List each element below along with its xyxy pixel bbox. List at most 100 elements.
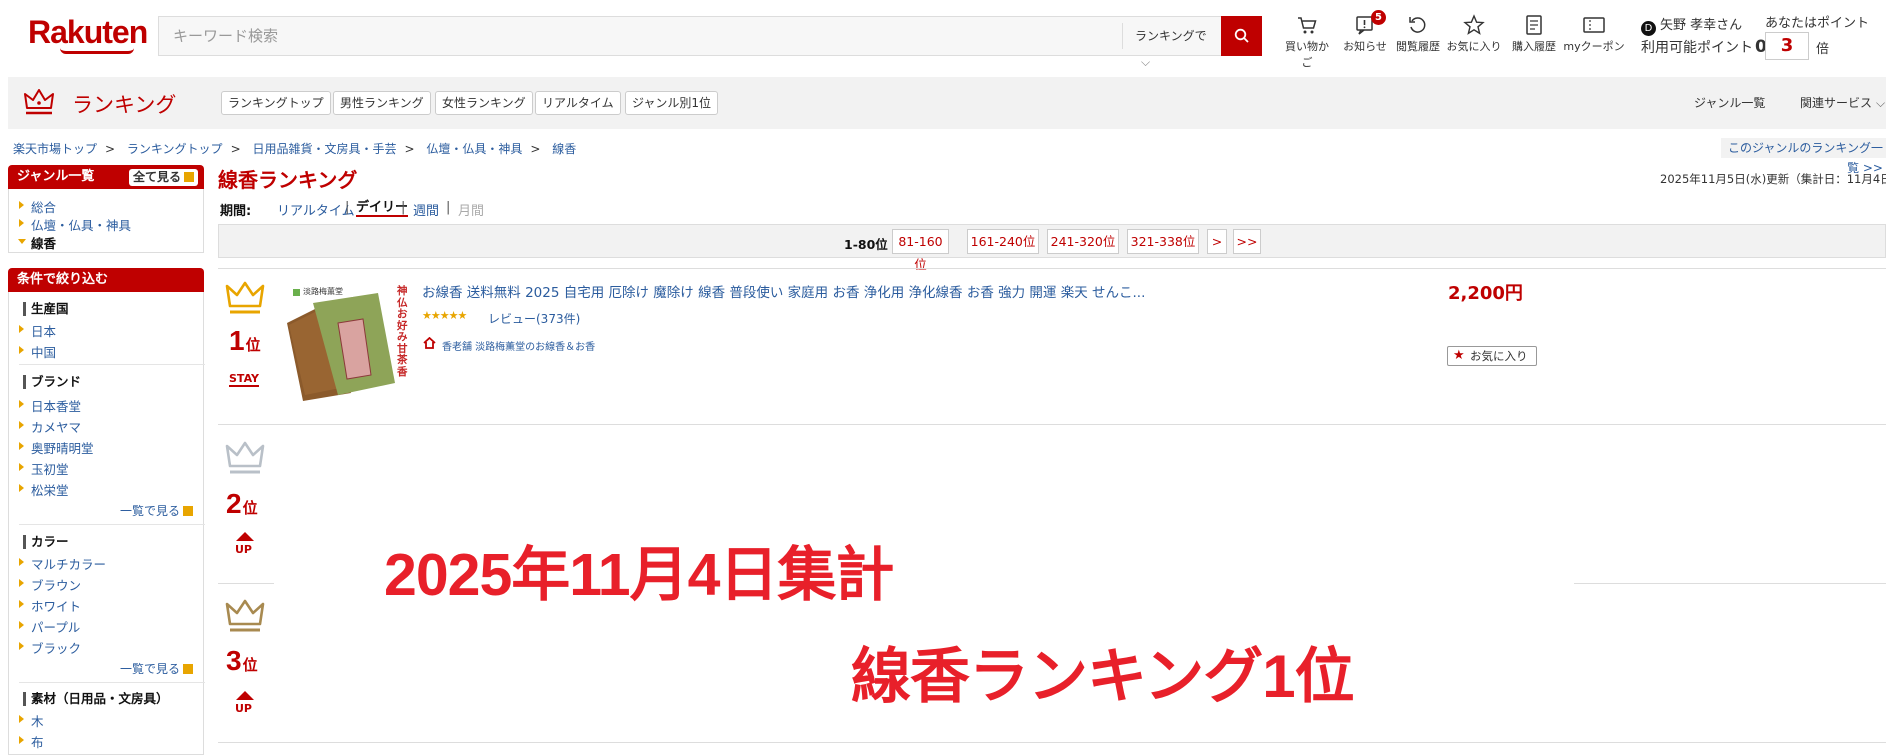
user-name[interactable]: D 矢野 孝幸さん	[1641, 14, 1742, 36]
cart-button[interactable]: 買い物かご	[1280, 14, 1334, 70]
period-weekly[interactable]: 週間	[413, 200, 439, 219]
pager-bar: 1-80位 81-160位 161-240位 241-320位 321-338位…	[218, 224, 1886, 272]
shop-name-link[interactable]: 香老舗 淡路梅薫堂のお線香＆お香	[442, 338, 595, 353]
search-input[interactable]	[159, 17, 1122, 55]
add-favorite-button[interactable]: ★ お気に入り	[1447, 346, 1537, 366]
filter-color-item[interactable]: ホワイト	[18, 596, 81, 615]
history-icon	[1409, 17, 1426, 33]
filter-color-item[interactable]: マルチカラー	[18, 554, 106, 573]
breadcrumb-separator: >	[105, 142, 116, 156]
filter-country-item[interactable]: 中国	[18, 342, 56, 361]
period-separator: |	[446, 200, 451, 215]
filter-country-item[interactable]: 日本	[18, 321, 56, 340]
divider	[19, 524, 205, 525]
search-button[interactable]	[1221, 16, 1262, 56]
genre-list-link[interactable]: ジャンル一覧	[1694, 94, 1765, 111]
color-see-more-link[interactable]: 一覧で見る	[120, 660, 193, 677]
breadcrumb-ranking-top[interactable]: ランキングトップ	[127, 142, 223, 156]
nav-women-ranking[interactable]: 女性ランキング	[435, 91, 533, 115]
pager-next[interactable]: >	[1207, 229, 1227, 254]
search-scope-select[interactable]: ランキングで ⌵	[1122, 23, 1222, 69]
nav-men-ranking[interactable]: 男性ランキング	[333, 91, 431, 115]
period-separator: |	[345, 200, 350, 215]
update-date: 2025年11月5日(水)更新（集計日：11月4日）	[1660, 172, 1886, 186]
history-button[interactable]: 閲覧履歴	[1394, 14, 1442, 54]
receipt-icon	[1526, 15, 1542, 35]
genre-ranking-list-link[interactable]: このジャンルのランキング一覧 >>	[1721, 138, 1886, 175]
filter-color-item[interactable]: ブラウン	[18, 575, 81, 594]
filter-brand-item[interactable]: 奥野晴明堂	[19, 438, 94, 457]
see-all-button[interactable]: 全て見る	[128, 169, 198, 186]
breadcrumb-senko[interactable]: 線香	[552, 142, 576, 156]
pager-81-160[interactable]: 81-160位	[892, 229, 949, 272]
user-name-text: 矢野 孝幸さん	[1660, 18, 1743, 33]
overlay-date-caption: 2025年11月4日集計	[384, 542, 894, 608]
star-icon	[1463, 14, 1485, 35]
crown-icon	[24, 89, 54, 115]
purchase-history-button[interactable]: 購入履歴	[1509, 14, 1559, 54]
up-arrow-icon	[236, 532, 254, 541]
genre-item-butsudan[interactable]: 仏壇・仏具・神具	[18, 215, 131, 234]
filter-material-item[interactable]: 布	[19, 732, 44, 751]
rank-suffix: 位	[245, 337, 261, 354]
breadcrumb-butsudan[interactable]: 仏壇・仏具・神具	[426, 142, 522, 156]
pager-161-240[interactable]: 161-240位	[967, 229, 1039, 254]
filter-color-item[interactable]: ブラック	[18, 638, 81, 657]
genre-item-all[interactable]: 総合	[18, 197, 56, 216]
filter-brand-item[interactable]: 松栄堂	[19, 480, 69, 499]
nav-ranking-top[interactable]: ランキングトップ	[221, 91, 331, 115]
pager-321-338[interactable]: 321-338位	[1127, 229, 1199, 254]
page-title: 線香ランキング	[218, 168, 358, 192]
pager-241-320[interactable]: 241-320位	[1047, 229, 1119, 254]
related-services-dropdown[interactable]: 関連サービス ⌵	[1800, 94, 1885, 111]
filter-color-item[interactable]: パープル	[18, 617, 80, 636]
rank-suffix: 位	[242, 500, 258, 517]
nav-realtime[interactable]: リアルタイム	[535, 91, 621, 115]
filter-brand-item[interactable]: 日本香堂	[18, 396, 81, 415]
filter-brand-title: ブランド	[23, 375, 81, 389]
divider	[19, 364, 205, 365]
bronze-crown-icon	[225, 599, 265, 632]
row-divider	[1574, 583, 1886, 584]
see-all-label: 全て見る	[132, 170, 181, 184]
filter-brand-item[interactable]: 玉初堂	[19, 459, 69, 478]
ranking-title[interactable]: ランキング	[72, 89, 176, 119]
breadcrumb-rakuten-top[interactable]: 楽天市場トップ	[13, 142, 97, 156]
search-scope-label: ランキングで	[1135, 29, 1207, 43]
pager-last[interactable]: >>	[1233, 229, 1261, 254]
rank-number-3: 3位	[226, 645, 258, 677]
nav-genre-first[interactable]: ジャンル別1位	[625, 91, 719, 115]
cart-icon	[1298, 17, 1317, 34]
product-title-link[interactable]: お線香 送料無料 2025 自宅用 厄除け 魔除け 線香 普段使い 家庭用 お香…	[422, 281, 1145, 301]
silver-crown-icon	[225, 441, 265, 474]
filter-country-title: 生産国	[23, 302, 69, 316]
shop-icon	[423, 337, 436, 349]
notification-button[interactable]: 5 お知らせ	[1341, 10, 1389, 54]
coupon-button[interactable]: myクーポン	[1562, 14, 1626, 54]
breadcrumb-separator: >	[404, 142, 415, 156]
review-count-link[interactable]: レビュー(373件)	[488, 310, 580, 327]
rank-value: 3	[226, 645, 242, 676]
available-points[interactable]: 利用可能ポイント 0	[1641, 37, 1767, 57]
gold-crown-icon	[225, 281, 265, 314]
filter-material-item[interactable]: 木	[19, 711, 44, 730]
favorites-button[interactable]: お気に入り	[1446, 14, 1502, 54]
search-icon	[1234, 28, 1249, 43]
brand-see-more-link[interactable]: 一覧で見る	[120, 502, 193, 519]
genre-item-senko[interactable]: 線香	[17, 233, 56, 252]
overlay-ranking-caption: 線香ランキング1位	[851, 643, 1355, 710]
pager-current: 1-80位	[844, 237, 888, 252]
filter-brand-item[interactable]: カメヤマ	[18, 417, 81, 436]
notification-label: お知らせ	[1343, 40, 1387, 53]
filter-color-title: カラー	[23, 535, 69, 549]
star-icon: ★	[1453, 348, 1465, 363]
period-realtime[interactable]: リアルタイム	[277, 200, 355, 219]
period-label: 期間:	[220, 204, 252, 219]
row-divider	[218, 742, 1886, 743]
breadcrumb-daily-goods[interactable]: 日用品雑貨・文房具・手芸	[252, 142, 396, 156]
rakuten-logo[interactable]: Rakuten	[28, 14, 148, 51]
coupon-icon	[1583, 17, 1605, 33]
point-multiplier-value[interactable]: 3	[1765, 32, 1809, 60]
product-image[interactable]: 淡路梅薫堂 神仏お好み甘茶香	[283, 283, 413, 403]
breadcrumb-separator: >	[530, 142, 541, 156]
